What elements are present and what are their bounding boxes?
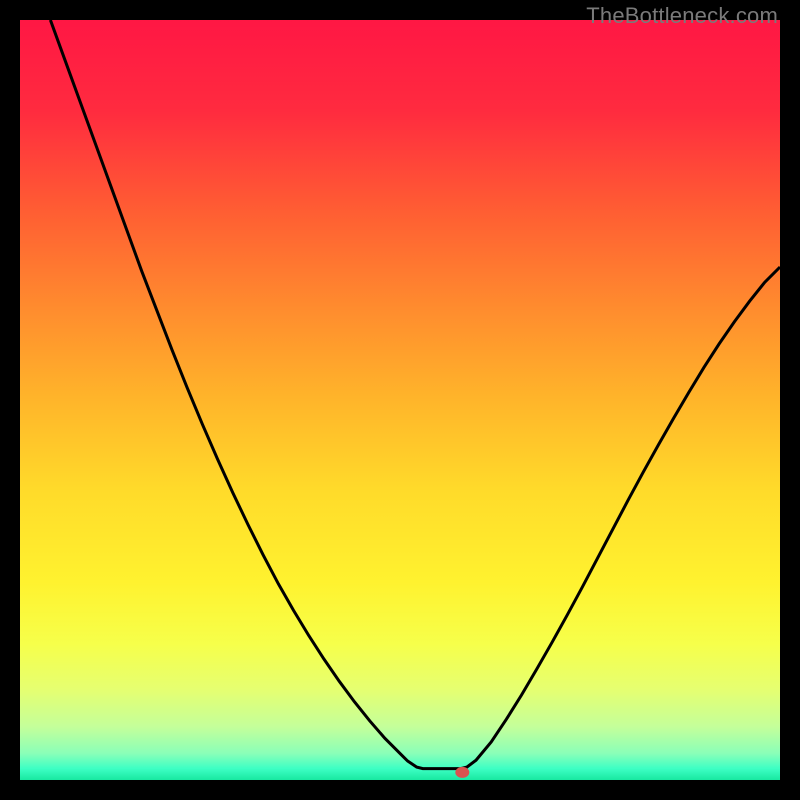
chart-svg — [20, 20, 780, 780]
watermark-label: TheBottleneck.com — [586, 3, 778, 29]
optimal-marker — [455, 767, 469, 778]
chart-background — [20, 20, 780, 780]
